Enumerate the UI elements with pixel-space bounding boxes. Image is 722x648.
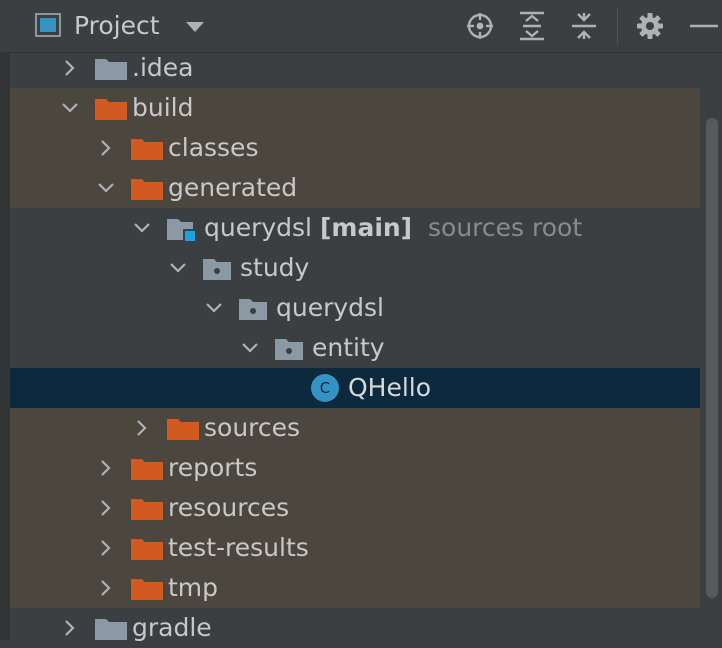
tree-item-label: reports (168, 453, 258, 482)
chevron-down-icon[interactable] (96, 178, 116, 198)
chevron-right-icon[interactable] (96, 578, 116, 598)
tree-item-label: QHello (348, 373, 432, 402)
chevron-right-icon[interactable] (96, 458, 116, 478)
chevron-right-icon[interactable] (60, 58, 80, 78)
tree-item-label: gradle (132, 613, 212, 642)
excluded-folder-icon (131, 579, 163, 600)
tree-item-reports[interactable]: reports (10, 448, 700, 488)
chevron-right-icon[interactable] (132, 418, 152, 438)
package-icon (275, 339, 303, 360)
project-tree: .idea build classes generated querydsl [… (0, 52, 722, 642)
excluded-folder-icon (167, 419, 199, 440)
tree-item-generated[interactable]: generated (10, 168, 700, 208)
toolbar-separator (617, 8, 618, 44)
tree-item-label: classes (168, 133, 259, 162)
tree-item-label: study (240, 253, 310, 282)
class-icon: C (311, 374, 339, 402)
tree-item-label: generated (168, 173, 298, 202)
tree-item-study[interactable]: study (10, 248, 700, 288)
source-root-hint: sources root (428, 213, 583, 242)
chevron-down-icon[interactable] (60, 98, 80, 118)
chevron-right-icon[interactable] (60, 618, 80, 638)
tree-item-label: tmp (168, 573, 219, 602)
tree-item-label: build (132, 93, 194, 122)
tree-item-classes[interactable]: classes (10, 128, 700, 168)
tree-item-qhello[interactable]: C QHello (10, 368, 700, 408)
tree-item-label: entity (312, 333, 385, 362)
excluded-folder-icon (131, 179, 163, 200)
chevron-down-icon[interactable] (132, 218, 152, 238)
module-badge: [main] (319, 213, 413, 242)
tree-item-tmp[interactable]: tmp (10, 568, 700, 608)
hide-icon[interactable] (686, 10, 718, 42)
tree-item-querydsl-package[interactable]: querydsl (10, 288, 700, 328)
tree-item-label: querydsl [main] sources root (204, 213, 583, 242)
excluded-folder-icon (131, 539, 163, 560)
chevron-right-icon[interactable] (96, 498, 116, 518)
tree-item-label: test-results (168, 533, 309, 562)
excluded-folder-icon (131, 499, 163, 520)
project-tool-window-header: Project (0, 0, 722, 53)
tool-window-title[interactable]: Project (74, 10, 160, 42)
tree-item-querydsl-source-root[interactable]: querydsl [main] sources root (10, 208, 700, 248)
tree-item-entity[interactable]: entity (10, 328, 700, 368)
tree-item-gradle[interactable]: gradle (10, 608, 700, 648)
tree-item-label: resources (168, 493, 290, 522)
vertical-scrollbar[interactable] (706, 118, 718, 598)
tree-item-test-results[interactable]: test-results (10, 528, 700, 568)
tree-item-build[interactable]: build (10, 88, 700, 128)
gear-icon[interactable] (634, 10, 666, 42)
collapse-all-icon[interactable] (568, 10, 600, 42)
svg-text:C: C (320, 379, 330, 397)
project-view-icon[interactable] (35, 13, 61, 37)
excluded-folder-icon (131, 459, 163, 480)
tree-item-label: sources (204, 413, 301, 442)
expand-all-icon[interactable] (516, 10, 548, 42)
chevron-down-icon[interactable] (240, 338, 260, 358)
locate-icon[interactable] (464, 10, 496, 42)
dropdown-chevron-icon[interactable] (186, 22, 204, 32)
tree-item-resources[interactable]: resources (10, 488, 700, 528)
tree-item-label: .idea (132, 53, 194, 82)
chevron-right-icon[interactable] (96, 538, 116, 558)
excluded-folder-icon (95, 99, 127, 120)
folder-icon (95, 59, 127, 80)
source-root-folder-icon (167, 219, 196, 241)
tree-item-idea[interactable]: .idea (10, 48, 700, 88)
excluded-folder-icon (131, 139, 163, 160)
package-icon (203, 259, 231, 280)
package-icon (239, 299, 267, 320)
tree-item-sources[interactable]: sources (10, 408, 700, 448)
folder-icon (95, 619, 127, 640)
chevron-down-icon[interactable] (168, 258, 188, 278)
chevron-right-icon[interactable] (96, 138, 116, 158)
tree-item-label: querydsl (276, 293, 385, 322)
chevron-down-icon[interactable] (204, 298, 224, 318)
